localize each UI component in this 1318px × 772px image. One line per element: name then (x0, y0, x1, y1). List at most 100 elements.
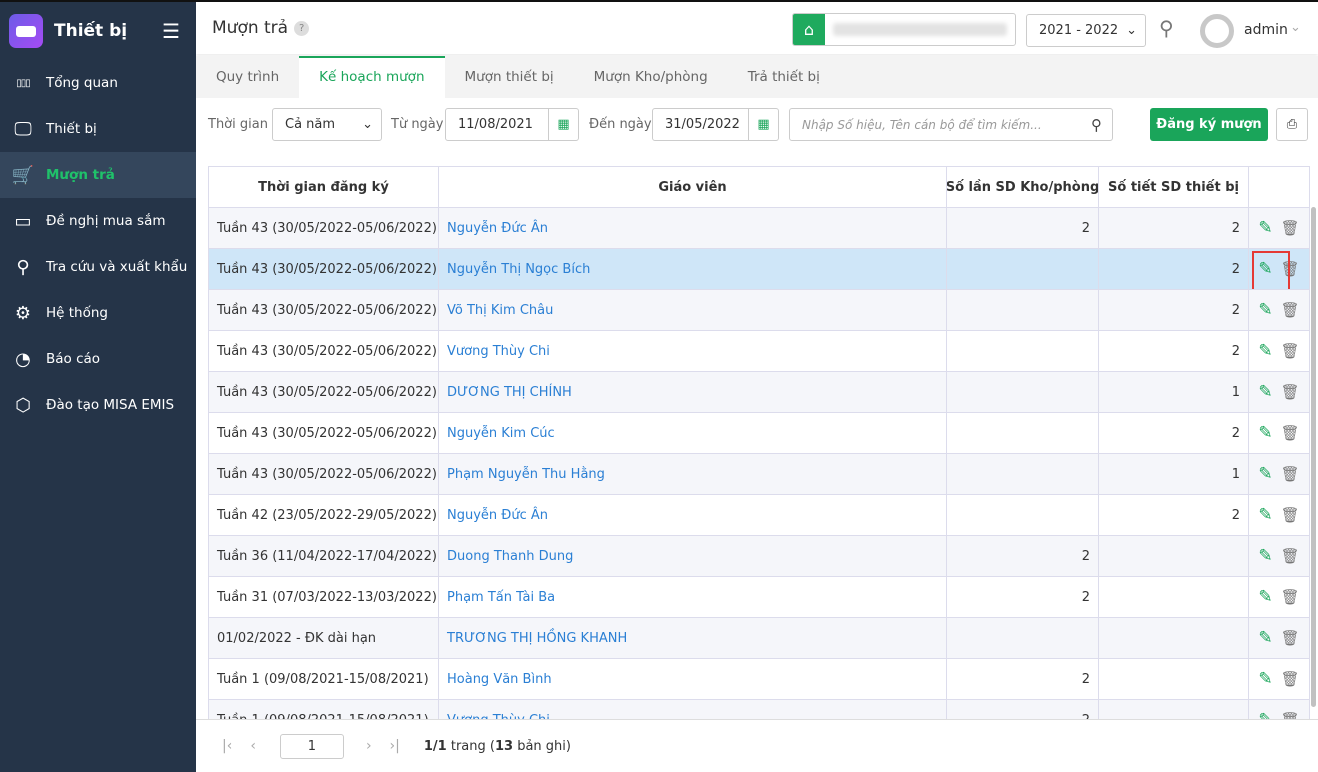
table-row[interactable]: Tuần 1 (09/08/2021-15/08/2021) Vương Thù… (209, 700, 1309, 719)
room-use-count (947, 372, 1099, 412)
delete-icon[interactable]: 🗑 (1281, 342, 1300, 360)
tab-2[interactable]: Mượn thiết bị (445, 56, 574, 98)
teacher-link[interactable]: Hoàng Văn Bình (439, 659, 947, 699)
teacher-link[interactable]: Nguyễn Kim Cúc (439, 413, 947, 453)
edit-icon[interactable]: ✎ (1258, 341, 1272, 361)
table-row[interactable]: Tuần 36 (11/04/2022-17/04/2022) Duong Th… (209, 536, 1309, 577)
delete-icon[interactable]: 🗑 (1281, 547, 1300, 565)
sidebar-item-label: Mượn trả (46, 167, 115, 183)
from-label: Từ ngày (391, 117, 444, 132)
delete-icon[interactable]: 🗑 (1281, 670, 1300, 688)
delete-icon[interactable]: 🗑 (1281, 629, 1300, 647)
table-row[interactable]: Tuần 31 (07/03/2022-13/03/2022) Phạm Tấn… (209, 577, 1309, 618)
edit-icon[interactable]: ✎ (1258, 382, 1272, 402)
edit-icon[interactable]: ✎ (1258, 464, 1272, 484)
to-date-input[interactable]: 31/05/2022 ▦ (652, 108, 779, 141)
table-row[interactable]: Tuần 43 (30/05/2022-05/06/2022) Nguyễn T… (209, 249, 1309, 290)
user-chevron-icon[interactable]: ⌄ (1290, 20, 1301, 35)
search-icon[interactable]: ⚲ (1091, 116, 1102, 134)
analytics-search-icon[interactable]: ⚲ (1159, 16, 1174, 40)
teacher-link[interactable]: Võ Thị Kim Châu (439, 290, 947, 330)
delete-icon[interactable]: 🗑 (1281, 465, 1300, 483)
table-row[interactable]: 01/02/2022 - ĐK dài hạn TRƯƠNG THỊ HỒNG … (209, 618, 1309, 659)
teacher-link[interactable]: TRƯƠNG THỊ HỒNG KHANH (439, 618, 947, 658)
teacher-link[interactable]: Nguyễn Đức Ân (439, 208, 947, 248)
prev-page-icon[interactable]: ‹ (250, 738, 256, 754)
edit-icon[interactable]: ✎ (1258, 300, 1272, 320)
record-count: 13 (494, 738, 514, 754)
sidebar-item-0[interactable]: ▯▯▯ Tổng quan (0, 60, 196, 106)
column-header[interactable]: Thời gian đăng ký (209, 167, 439, 207)
column-header[interactable]: Số tiết SD thiết bị (1099, 167, 1249, 207)
sidebar-item-2[interactable]: 🛒 Mượn trả (0, 152, 196, 198)
delete-icon[interactable]: 🗑 (1281, 711, 1300, 719)
edit-icon[interactable]: ✎ (1258, 628, 1272, 648)
avatar[interactable] (1200, 14, 1234, 48)
search-input[interactable]: Nhập Số hiệu, Tên cán bộ để tìm kiếm... ⚲ (789, 108, 1113, 141)
edit-icon[interactable]: ✎ (1258, 587, 1272, 607)
teacher-link[interactable]: Nguyễn Thị Ngọc Bích (439, 249, 947, 289)
column-header[interactable]: Giáo viên (439, 167, 947, 207)
sidebar-item-3[interactable]: ▭ Đề nghị mua sắm (0, 198, 196, 244)
table-row[interactable]: Tuần 42 (23/05/2022-29/05/2022) Nguyễn Đ… (209, 495, 1309, 536)
teacher-link[interactable]: Phạm Nguyễn Thu Hằng (439, 454, 947, 494)
first-page-icon[interactable]: |‹ (222, 738, 232, 754)
school-selector[interactable]: ⌂ (792, 13, 1016, 46)
table-row[interactable]: Tuần 43 (30/05/2022-05/06/2022) Phạm Ngu… (209, 454, 1309, 495)
page-input[interactable]: 1 (279, 733, 344, 759)
teacher-link[interactable]: Phạm Tấn Tài Ba (439, 577, 947, 617)
next-page-icon[interactable]: › (366, 738, 372, 754)
print-button[interactable]: ⎙ (1276, 108, 1308, 141)
sidebar-item-7[interactable]: ⬡ Đào tạo MISA EMIS (0, 382, 196, 428)
sidebar-item-4[interactable]: ⚲ Tra cứu và xuất khẩu (0, 244, 196, 290)
device-period-count: 2 (1099, 208, 1249, 248)
calendar-icon[interactable]: ▦ (548, 109, 578, 140)
edit-icon[interactable]: ✎ (1258, 218, 1272, 238)
help-icon[interactable]: ? (294, 20, 310, 36)
sidebar-item-5[interactable]: ⚙ Hệ thống (0, 290, 196, 336)
calendar-icon[interactable]: ▦ (748, 109, 778, 140)
edit-icon[interactable]: ✎ (1258, 505, 1272, 525)
table-row[interactable]: Tuần 43 (30/05/2022-05/06/2022) DƯƠNG TH… (209, 372, 1309, 413)
table-row[interactable]: Tuần 1 (09/08/2021-15/08/2021) Hoàng Văn… (209, 659, 1309, 700)
time-select[interactable]: Cả năm ⌄ (272, 108, 382, 141)
delete-icon[interactable]: 🗑 (1281, 301, 1300, 319)
device-period-count: 2 (1099, 331, 1249, 371)
tab-0[interactable]: Quy trình (196, 56, 299, 98)
row-actions: ✎🗑 (1249, 700, 1309, 719)
edit-icon[interactable]: ✎ (1258, 423, 1272, 443)
register-borrow-button[interactable]: Đăng ký mượn (1150, 108, 1268, 141)
table-scrollbar[interactable] (1311, 207, 1316, 707)
teacher-link[interactable]: Vương Thùy Chi (439, 700, 947, 719)
edit-icon[interactable]: ✎ (1258, 669, 1272, 689)
tab-3[interactable]: Mượn Kho/phòng (574, 56, 728, 98)
edit-icon[interactable]: ✎ (1252, 251, 1291, 289)
delete-icon[interactable]: 🗑 (1281, 219, 1300, 237)
tab-4[interactable]: Trả thiết bị (728, 56, 840, 98)
sidebar-item-1[interactable]: 🖵 Thiết bị (0, 106, 196, 152)
teacher-link[interactable]: Vương Thùy Chi (439, 331, 947, 371)
tab-1[interactable]: Kế hoạch mượn (299, 56, 445, 98)
teacher-link[interactable]: Nguyễn Đức Ân (439, 495, 947, 535)
table-row[interactable]: Tuần 43 (30/05/2022-05/06/2022) Nguyễn Đ… (209, 208, 1309, 249)
teacher-link[interactable]: Duong Thanh Dung (439, 536, 947, 576)
row-actions: ✎🗑 (1249, 249, 1309, 289)
year-select[interactable]: 2021 - 2022 ⌄ (1026, 14, 1146, 47)
edit-icon[interactable]: ✎ (1258, 546, 1272, 566)
menu-toggle-icon[interactable]: ☰ (162, 19, 180, 43)
delete-icon[interactable]: 🗑 (1281, 383, 1300, 401)
row-actions: ✎🗑 (1249, 618, 1309, 658)
from-date-input[interactable]: 11/08/2021 ▦ (445, 108, 579, 141)
delete-icon[interactable]: 🗑 (1281, 588, 1300, 606)
sidebar-item-6[interactable]: ◔ Báo cáo (0, 336, 196, 382)
last-page-icon[interactable]: ›| (390, 738, 400, 754)
user-name[interactable]: admin (1244, 22, 1288, 38)
table-row[interactable]: Tuần 43 (30/05/2022-05/06/2022) Nguyễn K… (209, 413, 1309, 454)
delete-icon[interactable]: 🗑 (1281, 424, 1300, 442)
delete-icon[interactable]: 🗑 (1281, 506, 1300, 524)
table-row[interactable]: Tuần 43 (30/05/2022-05/06/2022) Vương Th… (209, 331, 1309, 372)
edit-icon[interactable]: ✎ (1258, 710, 1272, 719)
column-header[interactable]: Số lần SD Kho/phòng (947, 167, 1099, 207)
teacher-link[interactable]: DƯƠNG THỊ CHÍNH (439, 372, 947, 412)
table-row[interactable]: Tuần 43 (30/05/2022-05/06/2022) Võ Thị K… (209, 290, 1309, 331)
